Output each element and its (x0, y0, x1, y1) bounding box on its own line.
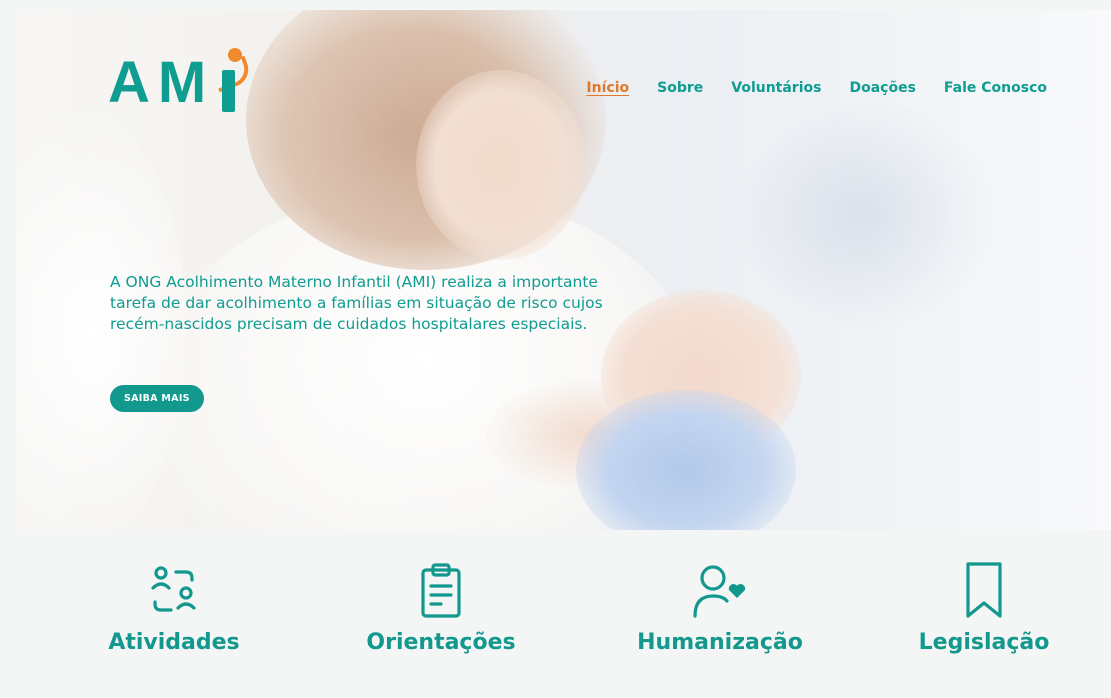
feature-label: Atividades (108, 630, 240, 655)
nav-item-inicio[interactable]: Início (586, 80, 629, 96)
feature-legislacao[interactable]: Legislação (874, 560, 1094, 655)
nav-item-voluntarios[interactable]: Voluntários (731, 80, 821, 96)
hero-description: A ONG Acolhimento Materno Infantil (AMI)… (110, 273, 603, 333)
feature-orientacoes[interactable]: Orientações (331, 560, 551, 655)
person-heart-icon (693, 565, 746, 618)
logo-text: AM (108, 50, 215, 115)
logo-i-figure-icon (210, 46, 254, 116)
feature-label: Legislação (918, 630, 1050, 655)
feature-label: Humanização (637, 630, 803, 655)
features-section: Atividades Orientações Humanização Legis… (0, 560, 1111, 698)
main-nav: Início Sobre Voluntários Doações Fale Co… (586, 80, 1047, 96)
bookmark-icon (966, 562, 1002, 618)
feature-humanizacao[interactable]: Humanização (610, 560, 830, 655)
feature-label: Orientações (366, 630, 516, 655)
feature-atividades[interactable]: Atividades (64, 560, 284, 655)
logo[interactable]: AM (108, 46, 254, 116)
nav-item-sobre[interactable]: Sobre (657, 80, 703, 96)
nav-item-doacoes[interactable]: Doações (849, 80, 915, 96)
clipboard-icon (421, 563, 461, 618)
saiba-mais-button[interactable]: SAIBA MAIS (110, 385, 204, 412)
nav-item-fale-conosco[interactable]: Fale Conosco (944, 80, 1047, 96)
people-swap-icon (151, 566, 196, 612)
